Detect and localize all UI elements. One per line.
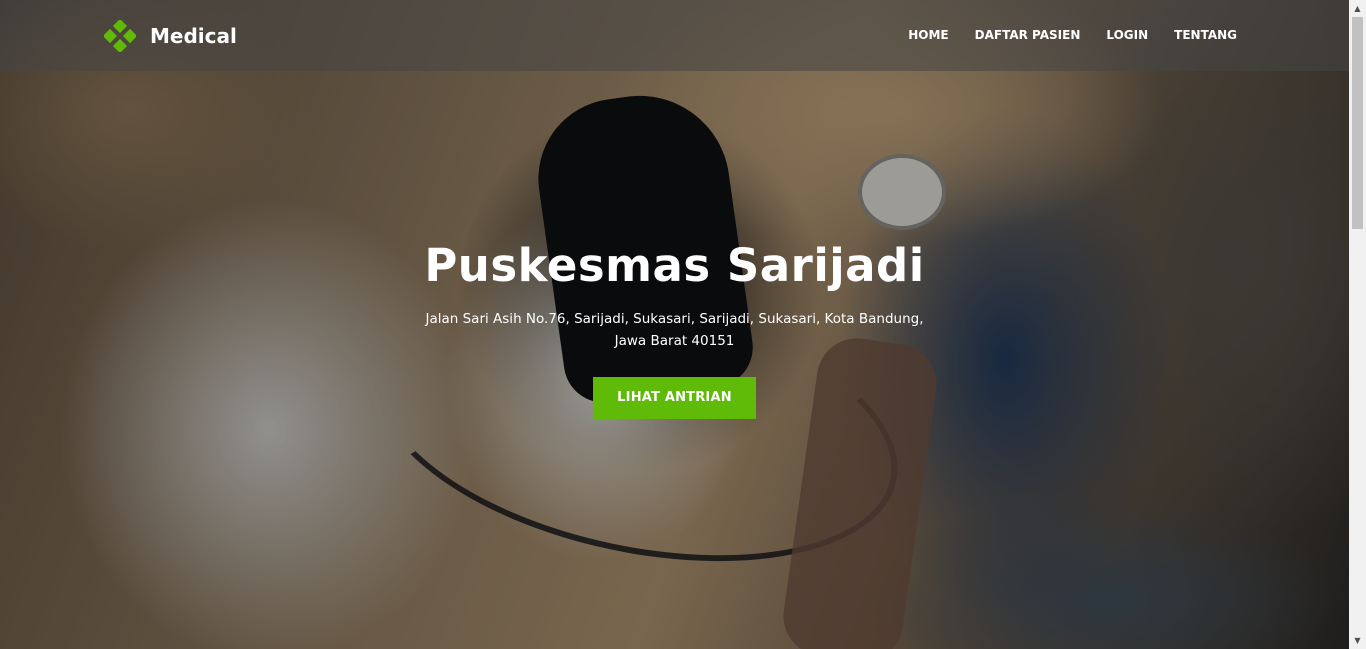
hero-content: Puskesmas Sarijadi Jalan Sari Asih No.76… — [0, 236, 1349, 419]
page-scrollbar[interactable]: ▲ ▼ — [1349, 0, 1366, 649]
navbar: Medical HOME DAFTAR PASIEN LOGIN TENTANG — [0, 0, 1349, 71]
nav-login[interactable]: LOGIN — [1106, 28, 1148, 42]
main-nav: HOME DAFTAR PASIEN LOGIN TENTANG — [908, 28, 1237, 42]
hero-address: Jalan Sari Asih No.76, Sarijadi, Sukasar… — [425, 311, 924, 349]
scroll-down-icon[interactable]: ▼ — [1349, 632, 1366, 649]
scroll-thumb[interactable] — [1352, 17, 1363, 229]
nav-tentang[interactable]: TENTANG — [1174, 28, 1237, 42]
medical-cross-icon — [104, 20, 136, 52]
lihat-antrian-button[interactable]: LIHAT ANTRIAN — [593, 377, 756, 419]
brand-name: Medical — [150, 24, 237, 48]
brand-logo-link[interactable]: Medical — [104, 20, 237, 52]
nav-home[interactable]: HOME — [908, 28, 948, 42]
nav-daftar-pasien[interactable]: DAFTAR PASIEN — [975, 28, 1081, 42]
scroll-up-icon[interactable]: ▲ — [1349, 0, 1366, 17]
hero-title: Puskesmas Sarijadi — [424, 239, 925, 292]
